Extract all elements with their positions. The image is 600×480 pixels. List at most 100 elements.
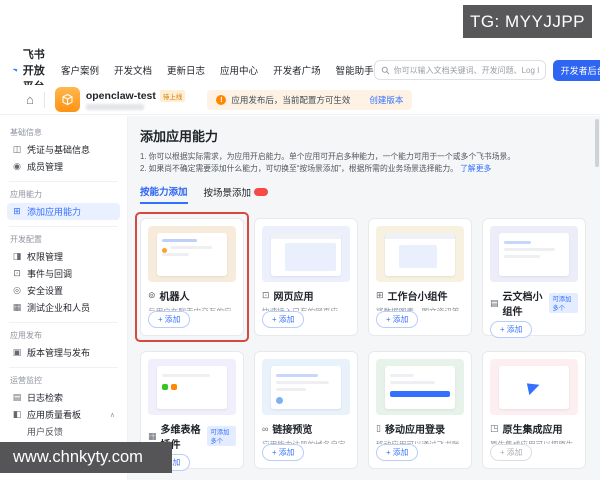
capability-card-native-app[interactable]: ◳ 原生集成应用 原生集成应用可以把原生 SDK 集成到飞书本地，并调用其中的开… — [482, 351, 586, 470]
nav-item-changelog[interactable]: 更新日志 — [167, 63, 205, 77]
illustration-mockup — [385, 366, 455, 410]
test-org-icon: ▦ — [12, 302, 22, 312]
nav-item-docs[interactable]: 开发文档 — [114, 63, 152, 77]
card-wrap-webapp: ⊡ 网页应用 快速接入已有的网页应用，用户可以通过飞书客户端免登录快速进入。 +… — [254, 218, 358, 337]
app-meta: openclaw-test 待上线 — [85, 89, 186, 110]
sidebar-item-label: 版本管理与发布 — [27, 348, 91, 358]
divider — [9, 322, 118, 323]
search-input[interactable] — [393, 65, 539, 75]
workbench-widget-icon: ⊞ — [376, 290, 384, 301]
sidebar-item-quality-dashboard[interactable]: ◧ 应用质量看板 ∧ — [7, 406, 120, 423]
telegram-watermark: TG: MYYJJPP — [463, 5, 592, 38]
learn-more-link[interactable]: 了解更多 — [460, 164, 491, 173]
global-search[interactable] — [373, 60, 546, 80]
divider — [9, 367, 118, 368]
capability-card-webapp[interactable]: ⊡ 网页应用 快速接入已有的网页应用，用户可以通过飞书客户端免登录快速进入。 +… — [254, 218, 358, 337]
sidebar-item-label: 应用质量看板 — [27, 410, 82, 420]
sidebar-item-test-org[interactable]: ▦ 测试企业和人员 — [7, 299, 120, 316]
release-icon: ▣ — [12, 347, 22, 357]
illustration-mockup — [499, 366, 569, 410]
top-navigation: 飞书开放平台 客户案例 开发文档 更新日志 应用中心 开发者广场 智能助手 开发… — [0, 49, 600, 93]
card-title: 原生集成应用 — [502, 425, 563, 437]
sidebar-item-label: 成员管理 — [27, 162, 64, 172]
feishu-open-platform-screen: TG: MYYJJPP www.chnkyty.com 飞书开放平台 客户案例 … — [0, 0, 600, 480]
add-docs-widget-button[interactable]: + 添加 — [490, 321, 533, 339]
app-status-badge: 待上线 — [159, 89, 186, 102]
mobile-login-icon: ▯ — [376, 423, 381, 434]
developer-console-button[interactable]: 开发者后台 — [552, 59, 600, 81]
sidebar-item-label: 日志检索 — [27, 393, 64, 403]
page-description-line2: 2. 如果尚不确定需要添加什么能力，可切换至“按场景添加”，根据所需的业务场景选… — [140, 163, 586, 175]
capability-card-bot[interactable]: ⊚ 机器人 与用户在聊天中交互的应用。它可以向用户或群组自动发送消息、响应用户的… — [140, 218, 244, 337]
card-illustration — [490, 226, 578, 283]
illustration-mockup — [271, 233, 341, 277]
divider — [9, 181, 118, 182]
add-workbench-widget-button[interactable]: + 添加 — [376, 311, 419, 329]
card-wrap-bot: ⊚ 机器人 与用户在聊天中交互的应用。它可以向用户或群组自动发送消息、响应用户的… — [135, 212, 249, 343]
sidebar-section-capability: 应用能力 — [10, 190, 42, 199]
illustration-mockup — [499, 233, 569, 277]
sidebar-item-add-capability[interactable]: ⊞ 添加应用能力 — [7, 203, 120, 220]
capability-card-mobile-login[interactable]: ▯ 移动应用登录 移动应用可以通过飞书账号进行登录。 + 添加 — [368, 351, 472, 470]
permission-icon: ◨ — [12, 251, 22, 261]
search-icon — [381, 66, 389, 74]
tab-by-scenario[interactable]: 按场景添加 — [204, 185, 269, 203]
log-search-icon: ▤ — [12, 392, 22, 402]
warning-icon: ! — [216, 94, 227, 105]
card-illustration — [490, 359, 578, 416]
sidebar-item-permissions[interactable]: ◨ 权限管理 — [7, 248, 120, 265]
sidebar: 基础信息 ◫ 凭证与基础信息 ◉ 成员管理 应用能力 ⊞ 添加应用能力 开发配置… — [0, 116, 128, 480]
sidebar-item-security[interactable]: ◎ 安全设置 — [7, 282, 120, 299]
card-illustration — [148, 359, 236, 416]
sidebar-item-label: 凭证与基础信息 — [27, 145, 91, 155]
capability-card-workbench-widget[interactable]: ⊞ 工作台小组件 将数据图表、图文资讯等信息通过小组件添加到工作台。 + 添加 — [368, 218, 472, 337]
add-bot-button[interactable]: + 添加 — [148, 311, 191, 329]
illustration-mockup — [157, 233, 227, 277]
nav-menu: 客户案例 开发文档 更新日志 应用中心 开发者广场 智能助手 — [61, 63, 374, 77]
add-link-preview-button[interactable]: + 添加 — [262, 444, 305, 462]
sidebar-item-label: 安全设置 — [27, 286, 64, 296]
card-illustration — [262, 226, 350, 283]
feishu-logo-mark — [526, 380, 542, 395]
capability-card-link-preview[interactable]: ∞ 链接预览 应用能力注册的域名自定义链接预览，用户在飞书发送链接后，能在链接下… — [254, 351, 358, 470]
illustration-mockup — [385, 233, 455, 277]
sidebar-item-members[interactable]: ◉ 成员管理 — [7, 158, 120, 175]
add-webapp-button[interactable]: + 添加 — [262, 311, 305, 329]
new-badge — [254, 188, 269, 197]
nav-item-app-center[interactable]: 应用中心 — [220, 63, 258, 77]
card-wrap-mobile-login: ▯ 移动应用登录 移动应用可以通过飞书账号进行登录。 + 添加 — [368, 351, 472, 470]
card-wrap-link-preview: ∞ 链接预览 应用能力注册的域名自定义链接预览，用户在飞书发送链接后，能在链接下… — [254, 351, 358, 470]
scrollbar-thumb[interactable] — [595, 119, 599, 167]
publish-alert-text: 应用发布后，当前配置方可生效 — [231, 94, 351, 105]
page-title: 添加应用能力 — [140, 129, 219, 144]
tab-by-capability[interactable]: 按能力添加 — [140, 184, 188, 205]
card-wrap-workbench-widget: ⊞ 工作台小组件 将数据图表、图文资讯等信息通过小组件添加到工作台。 + 添加 — [368, 218, 472, 337]
link-preview-icon: ∞ — [262, 423, 269, 434]
sidebar-item-events[interactable]: ⊡ 事件与回调 — [7, 265, 120, 282]
dashboard-icon: ◧ — [12, 409, 22, 419]
sidebar-item-log-search[interactable]: ▤ 日志检索 — [7, 389, 120, 406]
capability-card-grid: ⊚ 机器人 与用户在聊天中交互的应用。它可以向用户或群组自动发送消息、响应用户的… — [135, 212, 586, 472]
add-mobile-login-button[interactable]: + 添加 — [376, 444, 419, 462]
sidebar-item-label: 添加应用能力 — [27, 207, 82, 217]
sidebar-item-user-feedback[interactable]: 用户反馈 — [7, 423, 120, 440]
webapp-icon: ⊡ — [262, 290, 270, 301]
nav-item-cases[interactable]: 客户案例 — [61, 63, 99, 77]
sidebar-item-credentials[interactable]: ◫ 凭证与基础信息 — [7, 141, 120, 158]
home-icon[interactable]: ⌂ — [26, 93, 34, 106]
sidebar-item-version-release[interactable]: ▣ 版本管理与发布 — [7, 344, 120, 361]
divider — [43, 91, 45, 108]
robot-icon: ⊚ — [148, 290, 156, 301]
card-title: 移动应用登录 — [384, 425, 445, 437]
divider — [9, 226, 118, 227]
chevron-up-icon[interactable]: ∧ — [110, 411, 115, 419]
multi-add-badge: 可添加多个 — [549, 293, 578, 314]
credential-icon: ◫ — [12, 144, 22, 154]
nav-item-assistant[interactable]: 智能助手 — [336, 63, 374, 77]
capability-card-docs-widget[interactable]: ▤ 云文档小组件 可添加多个 在云文档中扩展内容或者添加快捷操作。 + 添加 — [482, 218, 586, 339]
create-version-link[interactable]: 创建版本 — [369, 94, 403, 106]
app-header-bar: ⌂ openclaw-test 待上线 ! 应用发布后，当前配置方可生效 创建版… — [0, 85, 600, 115]
nav-item-developer-plaza[interactable]: 开发者广场 — [273, 63, 321, 77]
card-title: 工作台小组件 — [387, 292, 448, 304]
add-native-app-button[interactable]: + 添加 — [490, 444, 533, 462]
